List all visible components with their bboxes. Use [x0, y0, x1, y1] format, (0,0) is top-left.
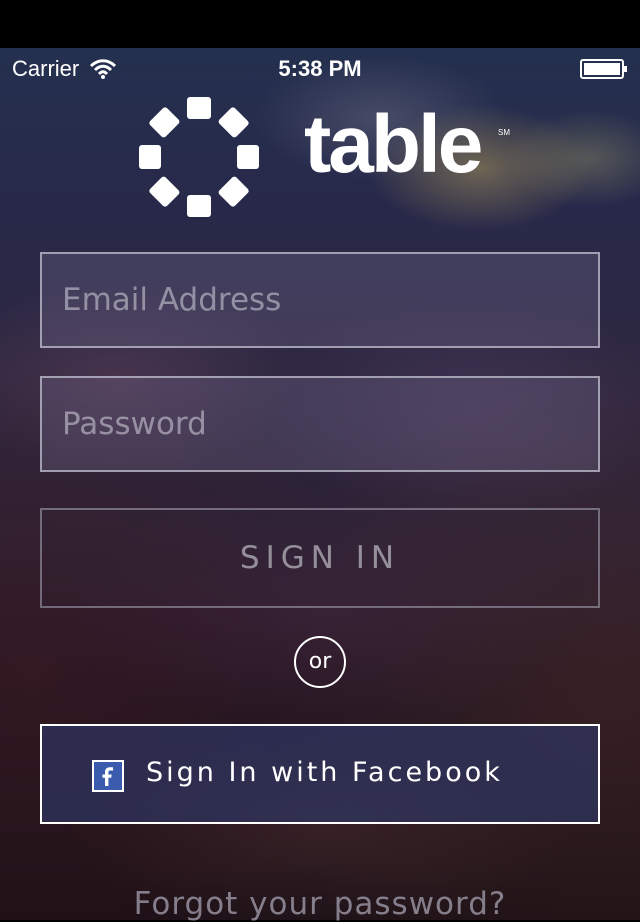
sign-in-button[interactable]: SIGN IN — [40, 508, 600, 608]
email-field[interactable] — [40, 252, 600, 348]
app-logo: table SM — [136, 96, 516, 218]
status-bar: Carrier 5:38 PM — [0, 48, 640, 90]
email-input[interactable] — [62, 254, 582, 346]
facebook-button-label: Sign In with Facebook — [146, 757, 503, 788]
status-time: 5:38 PM — [278, 56, 362, 81]
gear-logo-icon — [139, 97, 259, 217]
password-input[interactable] — [62, 378, 582, 470]
forgot-password-link[interactable]: Forgot your password? — [0, 886, 640, 922]
or-divider: or — [294, 636, 346, 688]
logo-wordmark: table — [304, 99, 483, 190]
password-field[interactable] — [40, 376, 600, 472]
battery-icon — [580, 59, 627, 79]
facebook-icon — [92, 760, 124, 792]
facebook-sign-in-button[interactable]: Sign In with Facebook — [40, 724, 600, 824]
top-black-bar — [0, 0, 640, 48]
logo-trademark: SM — [498, 128, 510, 137]
